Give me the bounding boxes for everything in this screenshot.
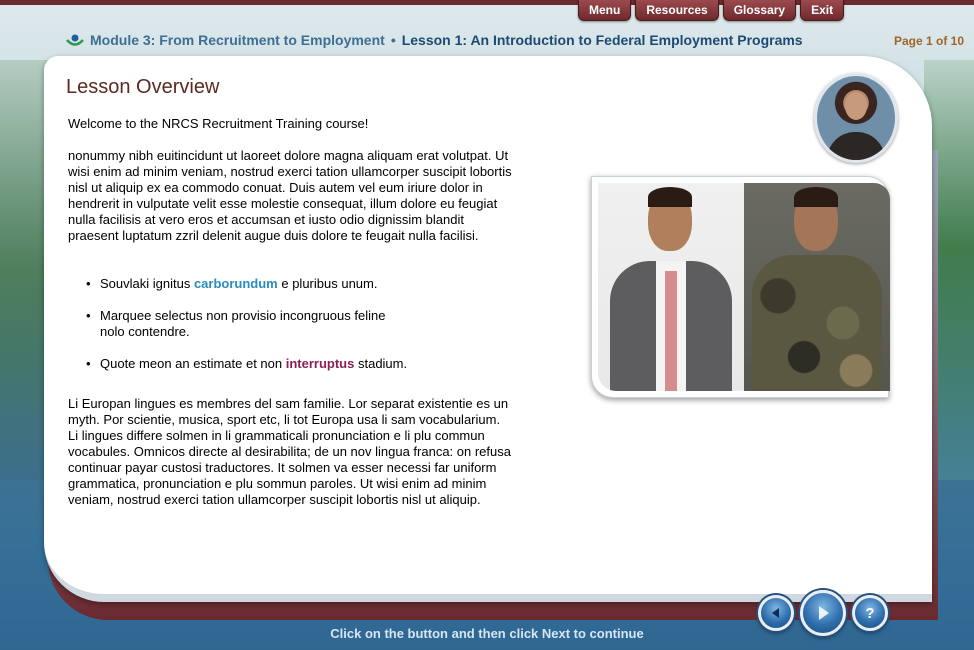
necktie: [665, 271, 677, 391]
list-item: Quote meon an estimate et non interruptu…: [86, 356, 513, 372]
hair: [648, 187, 692, 207]
bullet-list: Souvlaki ignitus carborundum e pluribus …: [86, 276, 513, 372]
breadcrumb: Module 3: From Recruitment to Employment…: [90, 32, 803, 48]
lesson-title: Lesson 1: An Introduction to Federal Emp…: [401, 32, 803, 48]
page-indicator: Page 1 of 10: [893, 34, 964, 48]
photo-man-in-uniform: [744, 183, 890, 391]
resources-button[interactable]: Resources: [635, 0, 719, 21]
list-item: Marquee selectus non provisio incongruou…: [86, 308, 513, 340]
exit-button[interactable]: Exit: [800, 0, 845, 21]
intro-paragraph: nonummy nibh euitincidunt ut laoreet dol…: [68, 148, 512, 243]
avatar-shoulders: [827, 132, 885, 160]
menu-button[interactable]: Menu: [578, 0, 632, 21]
highlight-link[interactable]: carborundum: [194, 276, 278, 291]
bullet-text: stadium.: [354, 356, 408, 371]
play-next-icon: [814, 604, 832, 622]
bullet-text: Quote meon an estimate et non: [100, 356, 286, 371]
bullet-text: Marquee selectus non provisio incongruou…: [100, 308, 386, 323]
nrcs-logo-icon: [66, 33, 84, 47]
module-title: Module 3: From Recruitment to Employment: [90, 32, 385, 48]
help-icon: ?: [865, 604, 875, 622]
welcome-text: Welcome to the NRCS Recruitment Training…: [68, 116, 369, 131]
content-panel: Lesson Overview Welcome to the NRCS Recr…: [44, 56, 932, 602]
page-title: Lesson Overview: [66, 76, 220, 98]
photo-frame: [591, 176, 890, 398]
glossary-button[interactable]: Glossary: [722, 0, 797, 21]
hair: [794, 187, 838, 207]
avatar-face: [845, 92, 867, 120]
photo-man-in-suit: [598, 183, 744, 391]
breadcrumb-separator: •: [390, 32, 396, 48]
bullet-text: nolo contendre.: [100, 324, 190, 339]
footer-instruction: Click on the button and then click Next …: [330, 626, 644, 641]
lesson-body: Welcome to the NRCS Recruitment Training…: [68, 116, 513, 508]
closing-paragraph: Li Europan lingues es membres del sam fa…: [68, 396, 511, 507]
back-arrow-icon: [769, 606, 783, 620]
bullet-text: Souvlaki ignitus: [100, 276, 194, 291]
bullet-text: e pluribus unum.: [277, 276, 378, 291]
list-item: Souvlaki ignitus carborundum e pluribus …: [86, 276, 513, 292]
camouflage-uniform: [752, 255, 882, 391]
top-navigation: Menu Resources Glossary Exit: [578, 0, 845, 21]
course-header: Module 3: From Recruitment to Employment…: [66, 30, 964, 52]
highlight-link[interactable]: interruptus: [286, 356, 355, 371]
narrator-avatar: [814, 73, 898, 163]
